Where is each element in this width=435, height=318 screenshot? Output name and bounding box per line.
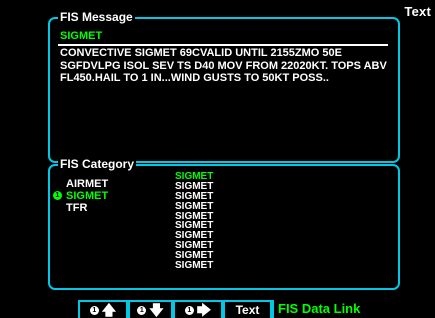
message-list-item[interactable]: SIGMET	[175, 261, 213, 271]
message-divider	[58, 44, 388, 46]
knob-1-icon: 1	[184, 305, 194, 315]
fis-message-title: FIS Message	[58, 10, 135, 24]
category-item-sigmet[interactable]: 1 SIGMET	[53, 190, 108, 202]
category-label: SIGMET	[66, 190, 109, 202]
fis-message-panel: FIS Message SIGMET CONVECTIVE SIGMET 69C…	[48, 10, 400, 163]
softkey-bar: 1 🡅 1 🡇 1 🡆 Text FIS Data Link	[78, 300, 435, 318]
knob-1-icon: 1	[89, 305, 99, 315]
fis-category-panel: FIS Category AIRMET 1 SIGMET TFR SIGMET …	[48, 157, 400, 290]
message-line: SGFDVLPG ISOL SEV TS D40 MOV FROM 22020K…	[60, 59, 387, 72]
down-arrow-icon: 🡇	[149, 302, 164, 318]
category-label: TFR	[66, 202, 88, 214]
text-softkey-label: Text	[235, 303, 260, 317]
category-item-airmet[interactable]: AIRMET	[53, 178, 108, 190]
message-list: SIGMET SIGMET SIGMET SIGMET SIGMET SIGME…	[175, 172, 213, 271]
message-body: CONVECTIVE SIGMET 69CVALID UNTIL 2155ZMO…	[60, 47, 390, 85]
scroll-up-softkey[interactable]: 1 🡅	[78, 300, 128, 318]
select-right-softkey[interactable]: 1 🡆	[173, 300, 223, 318]
page-label: Text	[404, 4, 431, 19]
message-heading: SIGMET	[60, 30, 103, 42]
fis-screen: Text FIS Message SIGMET CONVECTIVE SIGME…	[0, 0, 435, 318]
message-line: CONVECTIVE SIGMET 69CVALID UNTIL 2155ZMO…	[60, 47, 342, 59]
message-line: FL450.HAIL TO 1 IN...WIND GUSTS TO 50KT …	[60, 72, 329, 84]
fis-category-title: FIS Category	[58, 157, 137, 171]
right-arrow-icon: 🡆	[196, 302, 212, 318]
page-title: FIS Data Link	[272, 300, 360, 318]
category-item-tfr[interactable]: TFR	[53, 202, 108, 214]
category-label: AIRMET	[66, 178, 109, 190]
scroll-down-softkey[interactable]: 1 🡇	[128, 300, 173, 318]
text-softkey[interactable]: Text	[223, 300, 272, 318]
selected-marker-icon: 1	[53, 191, 62, 200]
up-arrow-icon: 🡅	[101, 302, 117, 318]
category-list: AIRMET 1 SIGMET TFR	[53, 178, 108, 214]
knob-1-icon: 1	[137, 305, 147, 315]
